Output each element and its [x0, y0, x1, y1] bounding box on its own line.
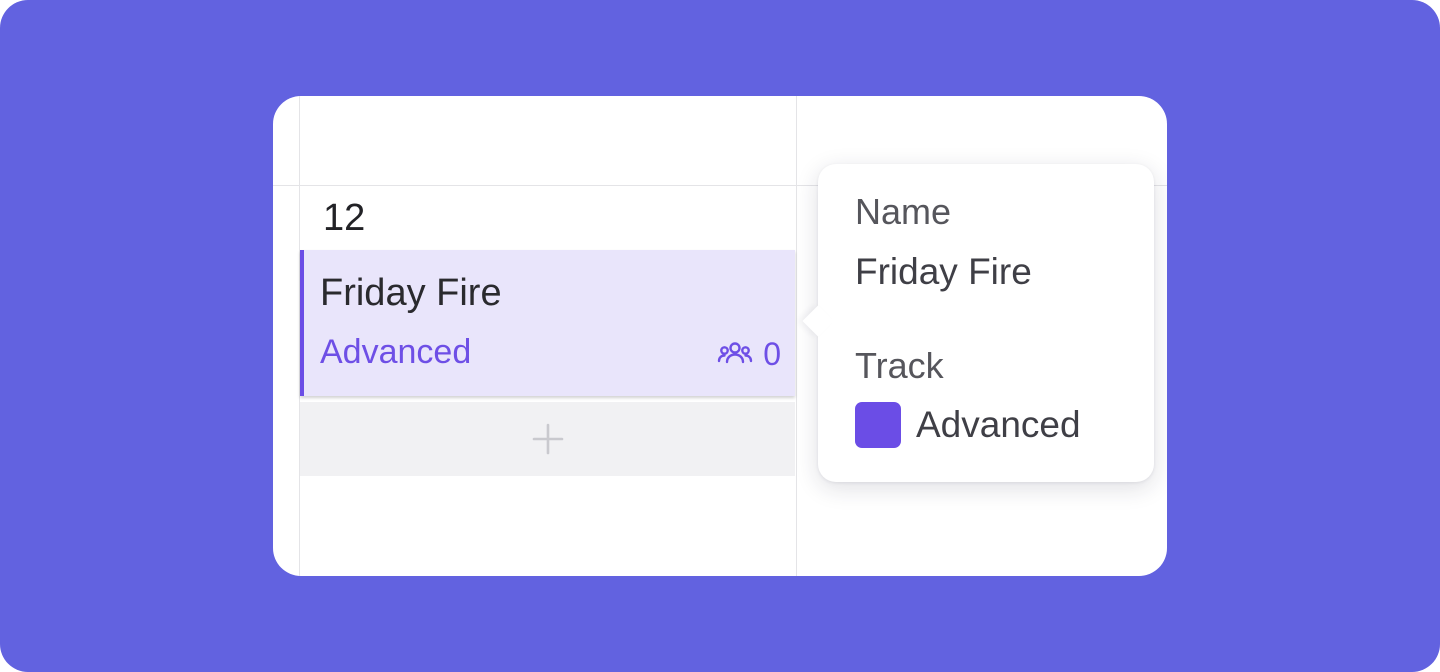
group-icon — [718, 342, 753, 364]
track-color-swatch — [855, 402, 901, 448]
calendar-card: 12 Friday Fire Advanced 0 Name Friday Fi… — [273, 96, 1167, 576]
tooltip-name-value: Friday Fire — [855, 251, 1032, 292]
tooltip-track-value: Advanced — [916, 404, 1081, 445]
participants-count: 0 — [763, 336, 781, 372]
participants-indicator: 0 — [717, 336, 781, 372]
event-block[interactable]: Friday Fire Advanced 0 — [300, 250, 795, 396]
event-title: Friday Fire — [320, 272, 502, 314]
tooltip-arrow — [802, 305, 834, 337]
day-number: 12 — [323, 197, 366, 239]
event-track-label: Advanced — [320, 333, 472, 371]
plus-icon — [532, 423, 563, 455]
tooltip-name-label: Name — [855, 191, 952, 232]
event-details-tooltip: Name Friday Fire Track Advanced — [802, 164, 1154, 482]
column-divider-right — [796, 96, 797, 576]
tooltip-track-label: Track — [855, 345, 944, 386]
add-event-button[interactable] — [300, 402, 795, 476]
